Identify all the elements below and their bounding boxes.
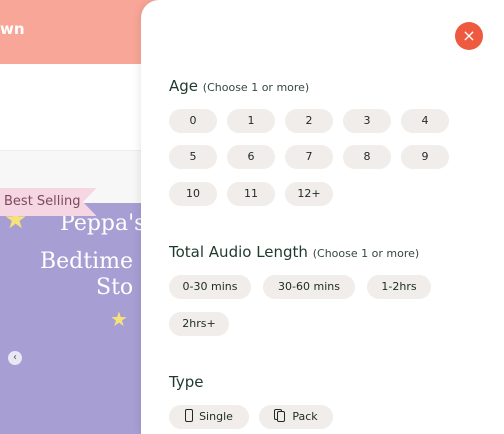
audio-section-title: Total Audio Length (Choose 1 or more)	[169, 243, 419, 261]
age-title: Age	[169, 77, 199, 95]
book-cover-image[interactable]: ★ Peppa's Bedtime Sto ★ ‹	[0, 203, 160, 434]
age-chip-10[interactable]: 10	[169, 182, 217, 206]
age-chip-6[interactable]: 6	[227, 145, 275, 169]
age-chip-4[interactable]: 4	[401, 109, 449, 133]
audio-chip-0-30[interactable]: 0-30 mins	[169, 275, 251, 299]
age-chip-11[interactable]: 11	[227, 182, 275, 206]
age-chip-8[interactable]: 8	[343, 145, 391, 169]
age-chip-7[interactable]: 7	[285, 145, 333, 169]
age-chip-3[interactable]: 3	[343, 109, 391, 133]
type-chip-label: Pack	[292, 410, 318, 423]
audio-chip-2hrs-plus[interactable]: 2hrs+	[169, 312, 229, 336]
age-chip-1[interactable]: 1	[227, 109, 275, 133]
book-title-line: Bedtime	[40, 249, 134, 274]
age-chip-0[interactable]: 0	[169, 109, 217, 133]
type-chip-single[interactable]: Single	[169, 405, 249, 429]
age-section-title: Age (Choose 1 or more)	[169, 77, 309, 95]
star-icon: ★	[110, 307, 128, 331]
age-hint: (Choose 1 or more)	[202, 81, 310, 94]
audio-title: Total Audio Length	[169, 243, 308, 261]
age-chip-2[interactable]: 2	[285, 109, 333, 133]
audio-chip-30-60[interactable]: 30-60 mins	[263, 275, 355, 299]
single-card-icon	[185, 409, 194, 422]
age-chip-12plus[interactable]: 12+	[285, 182, 333, 206]
carousel-prev-icon[interactable]: ‹	[8, 351, 22, 365]
book-title-line: Sto	[96, 275, 134, 300]
age-chip-9[interactable]: 9	[401, 145, 449, 169]
header-text: wn	[0, 20, 25, 38]
audio-chip-1-2hrs[interactable]: 1-2hrs	[367, 275, 431, 299]
audio-hint: (Choose 1 or more)	[312, 247, 420, 260]
filter-drawer: × Age (Choose 1 or more) 0 1 2 3 4 5 6 7…	[141, 0, 504, 434]
type-chip-label: Single	[199, 410, 233, 423]
type-title: Type	[169, 373, 204, 391]
type-chip-pack[interactable]: Pack	[259, 405, 333, 429]
close-icon[interactable]: ×	[455, 22, 483, 50]
age-chip-5[interactable]: 5	[169, 145, 217, 169]
pack-cards-icon	[274, 409, 286, 422]
best-selling-badge: Best Selling	[0, 188, 97, 216]
type-section-title: Type	[169, 373, 203, 391]
header-subrow	[0, 64, 160, 151]
header-banner: wn	[0, 0, 160, 64]
